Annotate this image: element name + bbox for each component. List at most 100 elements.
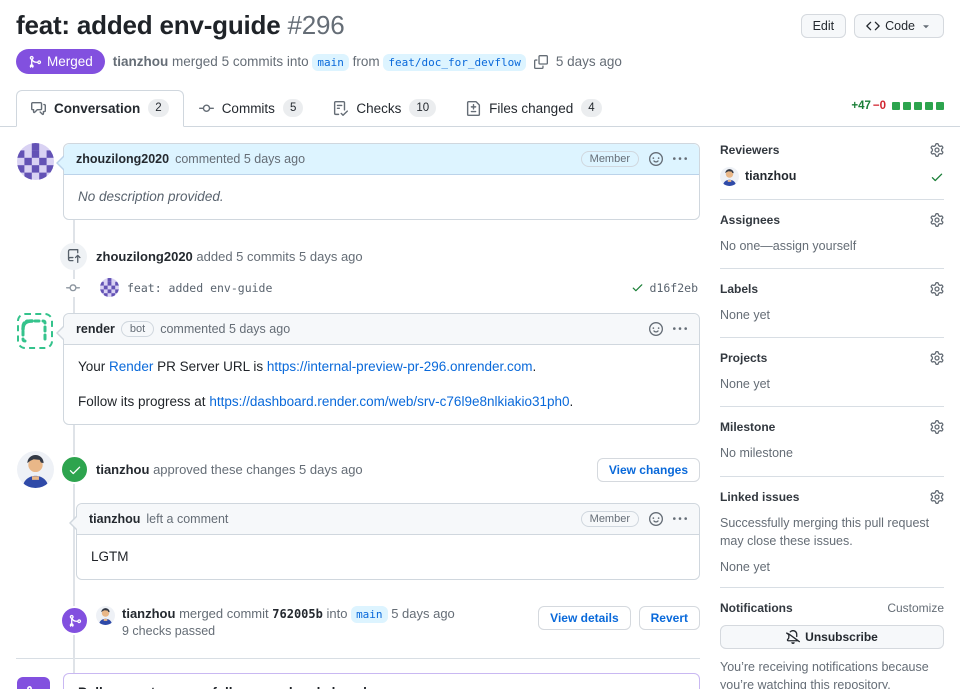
comment-header: zhouzilong2020 commented 5 days ago Memb… [64,144,699,175]
comment-header: render bot commented 5 days ago [64,314,699,346]
view-details-button[interactable]: View details [538,606,631,630]
section-title: Assignees [720,213,781,227]
diffstat-block [914,102,922,110]
head-branch-tag[interactable]: feat/doc_for_devflow [383,54,526,71]
copy-branch-icon[interactable] [534,55,548,69]
pr-number: #296 [287,10,345,40]
commit-sha[interactable]: d16f2eb [650,281,698,295]
comment-author[interactable]: render [76,322,115,336]
labels-empty: None yet [720,308,771,323]
merge-commit-sha[interactable]: 762005b [272,607,323,621]
projects-section: Projects None yet [720,338,944,408]
gear-icon[interactable] [930,420,944,434]
base-branch-tag[interactable]: main [351,606,388,623]
git-commit-icon [65,278,81,297]
merged-banner-text: Pull request successfully merged and clo… [78,685,476,689]
check-icon[interactable] [631,281,644,294]
code-icon [866,19,880,33]
comment-box: zhouzilong2020 commented 5 days ago Memb… [56,143,700,221]
commit-row: feat: added env-guide d16f2eb [16,278,700,297]
base-branch-tag[interactable]: main [312,54,349,71]
commits-event: zhouzilong2020 added 5 commits 5 days ag… [16,242,700,270]
edit-button[interactable]: Edit [800,14,847,38]
milestone-section: Milestone No milestone [720,407,944,477]
linked-issues-empty: None yet [720,559,771,574]
tab-commits[interactable]: Commits 5 [184,90,319,127]
timeline-divider [16,658,700,659]
assignees-empty[interactable]: No one—assign yourself [720,237,944,255]
event-text: tianzhou merged commit 762005b into main… [96,606,455,638]
pr-content: zhouzilong2020 commented 5 days ago Memb… [0,127,960,689]
byline-author[interactable]: tianzhou [113,54,169,69]
gear-icon[interactable] [930,282,944,296]
merged-banner: Pull request successfully merged and clo… [17,673,700,689]
sidebar: Reviewers tianzhou Assignees No one—assi… [720,143,944,689]
code-button[interactable]: Code [854,14,944,38]
byline-time: 5 days ago [555,54,622,69]
pr-page: feat: added env-guide #296 Edit Code Mer… [0,0,960,689]
avatar[interactable] [96,606,115,625]
file-diff-icon [466,101,481,116]
gear-icon[interactable] [930,351,944,365]
avatar[interactable] [17,451,54,488]
comment-box: render bot commented 5 days ago Your Ren… [56,313,700,425]
notifications-desc: You’re receiving notifications because y… [720,659,929,689]
revert-button[interactable]: Revert [638,606,700,630]
approval-check-icon [60,455,89,485]
tab-checks[interactable]: Checks 10 [318,90,451,127]
gear-icon[interactable] [930,213,944,227]
kebab-icon[interactable] [673,322,687,336]
smiley-icon[interactable] [649,512,663,526]
tab-files-changed[interactable]: Files changed 4 [451,90,616,127]
tab-conversation[interactable]: Conversation 2 [16,90,184,127]
dashboard-url-link[interactable]: https://dashboard.render.com/web/srv-c76… [209,394,569,409]
comment-header: tianzhou left a comment Member [77,503,699,535]
tab-count: 4 [581,99,602,117]
preview-url-link[interactable]: https://internal-preview-pr-296.onrender… [267,359,533,374]
checks-passed-link[interactable]: 9 checks passed [122,624,455,638]
kebab-icon[interactable] [673,512,687,526]
view-changes-button[interactable]: View changes [596,457,700,482]
render-bot-avatar[interactable] [17,313,53,350]
smiley-icon[interactable] [649,322,663,336]
commit-message[interactable]: feat: added env-guide [127,281,272,295]
pr-header: feat: added env-guide #296 Edit Code [0,0,960,41]
tab-count: 2 [148,99,169,117]
avatar[interactable] [17,143,54,180]
customize-link[interactable]: Customize [887,601,944,615]
page-title: feat: added env-guide #296 [16,10,345,41]
pr-tabbar: Conversation 2 Commits 5 Checks 10 Files ch… [0,90,960,127]
section-title: Notifications [720,600,793,615]
approved-check-icon [930,170,944,184]
reviewer-row[interactable]: tianzhou [720,167,944,186]
kebab-icon[interactable] [673,152,687,166]
smiley-icon[interactable] [649,152,663,166]
assignees-section: Assignees No one—assign yourself [720,200,944,270]
milestone-empty: No milestone [720,446,793,461]
byline-text: tianzhou merged 5 commits into main from… [113,54,526,71]
triangle-down-icon [920,20,932,32]
unsubscribe-button[interactable]: Unsubscribe [720,624,944,649]
gear-icon[interactable] [930,143,944,157]
avatar[interactable] [100,278,119,297]
diffstat-deletions: −0 [872,100,886,112]
comment-author[interactable]: zhouzilong2020 [76,152,169,166]
review-comment-box: tianzhou left a comment Member LGTM [69,502,700,580]
git-merge-icon [17,677,50,689]
comment-author[interactable]: tianzhou [89,512,140,526]
git-merge-icon [60,606,89,635]
bell-slash-icon [786,630,800,644]
diffstat-additions: +47 [851,100,871,112]
diffstat-block [925,102,933,110]
gear-icon[interactable] [930,490,944,504]
status-badge: Merged [16,49,105,74]
render-link[interactable]: Render [109,359,153,374]
section-title: Labels [720,282,759,297]
tab-count: 10 [409,99,437,117]
header-actions: Edit Code [800,10,944,38]
tab-count: 5 [282,99,304,117]
comment-discussion-icon [31,101,46,116]
repo-push-icon [60,242,87,270]
diffstat-block [936,102,944,110]
comment-1-wrap: zhouzilong2020 commented 5 days ago Memb… [16,143,700,221]
